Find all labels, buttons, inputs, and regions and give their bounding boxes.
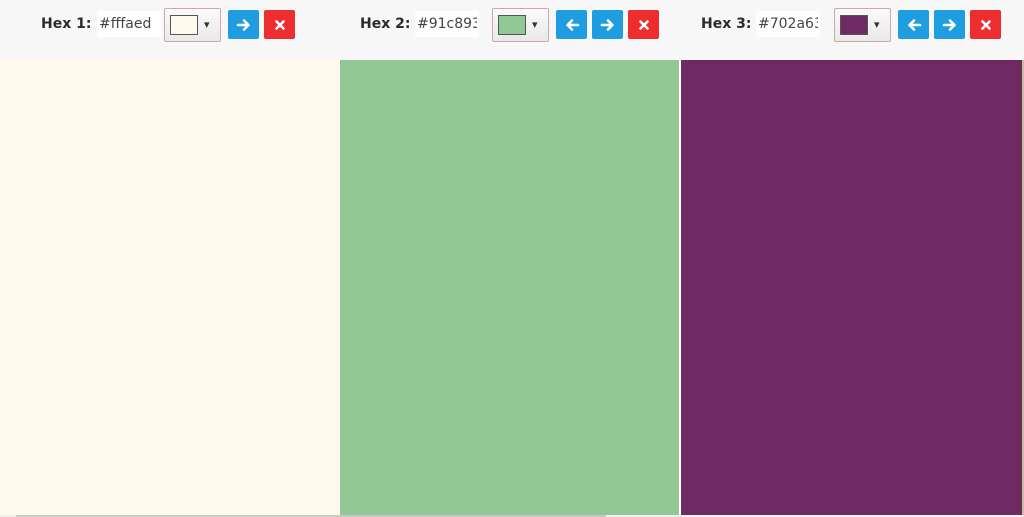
color-panel-2	[340, 60, 680, 515]
color-picker[interactable]: ▾	[834, 8, 891, 42]
move-right-button[interactable]	[228, 10, 259, 39]
toolbar: Hex 1: ▾ Hex 2: ▾	[0, 0, 1024, 60]
move-left-button[interactable]	[556, 10, 587, 39]
color-panel-1	[0, 60, 340, 515]
arrow-left-icon	[565, 18, 579, 31]
hex-input[interactable]	[415, 11, 479, 37]
color-swatch	[498, 15, 526, 35]
color-label: Hex 2:	[360, 16, 411, 32]
close-icon	[980, 19, 991, 30]
remove-color-button[interactable]	[628, 10, 659, 39]
color-group-3: Hex 3: ▾	[681, 0, 1024, 60]
color-group-1: Hex 1: ▾	[0, 0, 340, 60]
arrow-left-icon	[907, 18, 921, 31]
move-right-button[interactable]	[934, 10, 965, 39]
arrow-right-icon	[600, 18, 614, 31]
color-picker[interactable]: ▾	[492, 8, 549, 42]
arrow-right-icon	[942, 18, 956, 31]
color-group-2: Hex 2: ▾	[340, 0, 681, 60]
chevron-down-icon: ▾	[204, 18, 210, 31]
remove-color-button[interactable]	[264, 10, 295, 39]
color-swatch	[840, 15, 868, 35]
color-swatch	[170, 15, 198, 35]
move-left-button[interactable]	[898, 10, 929, 39]
color-picker[interactable]: ▾	[164, 8, 221, 42]
arrow-right-icon	[236, 18, 250, 31]
hex-input[interactable]	[756, 11, 820, 37]
color-panels	[0, 60, 1024, 515]
color-label: Hex 3:	[701, 16, 752, 32]
close-icon	[274, 19, 285, 30]
color-panel-3	[681, 60, 1022, 515]
move-right-button[interactable]	[592, 10, 623, 39]
hex-input[interactable]	[97, 11, 161, 37]
chevron-down-icon: ▾	[874, 18, 880, 31]
remove-color-button[interactable]	[970, 10, 1001, 39]
app-root: Hex 1: ▾ Hex 2: ▾	[0, 0, 1024, 517]
chevron-down-icon: ▾	[532, 18, 538, 31]
color-label: Hex 1:	[41, 16, 92, 32]
close-icon	[638, 19, 649, 30]
